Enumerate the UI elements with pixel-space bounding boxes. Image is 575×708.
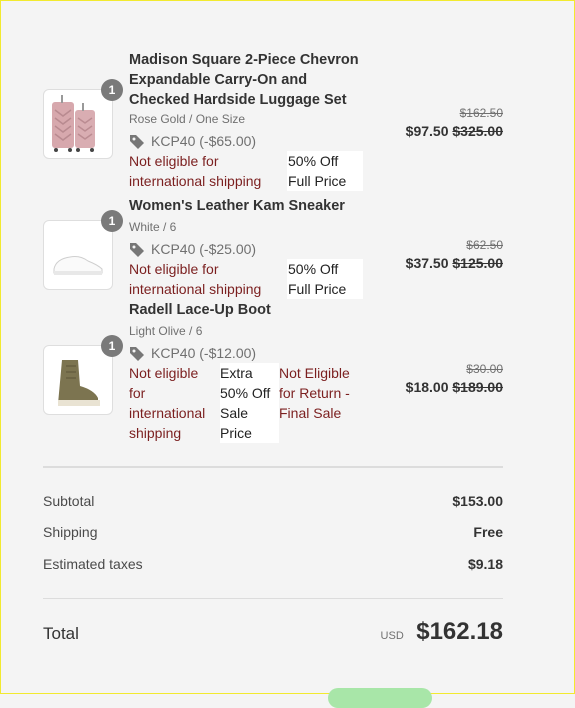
product-title-line: Madison Square 2-Piece Chevron bbox=[129, 52, 359, 68]
total-row: Total USD $162.18 bbox=[43, 618, 503, 646]
total-value: $162.18 bbox=[416, 618, 503, 645]
original-price: $162.50 bbox=[459, 106, 503, 120]
subtotal-label: Subtotal bbox=[43, 493, 95, 509]
promo-line: 50% Off bbox=[288, 153, 339, 169]
compare-price: $125.00 bbox=[452, 255, 503, 271]
discount-code: KCP40 (-$12.00) bbox=[129, 343, 365, 363]
shipping-row: Shipping Free bbox=[43, 524, 503, 540]
promo-label: 50% Off Full Price bbox=[287, 259, 363, 299]
compare-price: $325.00 bbox=[452, 123, 503, 139]
taxes-label: Estimated taxes bbox=[43, 556, 143, 572]
return-line: Not Eligible bbox=[279, 365, 350, 381]
cart-item-luggage: 1 Madison Square 2-Piece Chevron Expanda… bbox=[43, 50, 503, 200]
product-variant: White / 6 bbox=[129, 220, 177, 234]
product-image-luggage[interactable] bbox=[43, 89, 113, 159]
promo-label: Extra 50% Off Sale Price bbox=[220, 363, 279, 443]
product-variant: Rose Gold / One Size bbox=[129, 112, 246, 126]
sale-price: $97.50 bbox=[405, 123, 449, 139]
product-title-line: Women's Leather Kam Sneaker bbox=[129, 198, 345, 214]
shipping-warning: Not eligible for international shipping bbox=[129, 151, 287, 191]
divider bbox=[43, 466, 503, 468]
promo-line: 50% Off bbox=[288, 261, 339, 277]
product-title-line: Checked Hardside Luggage Set bbox=[129, 92, 347, 108]
product-title[interactable]: Madison Square 2-Piece Chevron Expandabl… bbox=[129, 50, 363, 110]
promo-line: Sale bbox=[220, 405, 249, 421]
return-line: for Return - bbox=[279, 385, 350, 401]
original-price: $62.50 bbox=[466, 238, 503, 252]
boot-image bbox=[58, 360, 100, 406]
checkout-button-edge[interactable] bbox=[328, 688, 432, 708]
warning-line: international shipping bbox=[129, 281, 262, 297]
return-line: Final Sale bbox=[279, 405, 342, 421]
warning-line: Not eligible bbox=[129, 365, 199, 381]
shipping-warning: Not eligible for international shipping bbox=[129, 259, 287, 299]
product-title[interactable]: Women's Leather Kam Sneaker bbox=[129, 196, 363, 216]
luggage-image bbox=[52, 95, 95, 152]
sneaker-image bbox=[53, 256, 103, 275]
shipping-label: Shipping bbox=[43, 524, 98, 540]
warning-line: Not eligible for bbox=[129, 261, 219, 277]
return-warning: Not Eligible for Return - Final Sale bbox=[279, 363, 365, 423]
promo-line: Full Price bbox=[288, 173, 347, 189]
promo-line: Full Price bbox=[288, 281, 347, 297]
divider bbox=[43, 598, 503, 599]
quantity-badge: 1 bbox=[101, 79, 123, 101]
quantity-badge: 1 bbox=[101, 210, 123, 232]
discount-text: KCP40 (-$25.00) bbox=[151, 241, 257, 257]
product-title[interactable]: Radell Lace-Up Boot bbox=[129, 300, 365, 320]
original-price: $30.00 bbox=[466, 362, 503, 376]
sale-price: $18.00 bbox=[405, 379, 449, 395]
cart-item-boot: 1 Radell Lace-Up Boot Light Olive / 6 KC… bbox=[43, 300, 503, 450]
product-title-line: Expandable Carry-On and bbox=[129, 72, 308, 88]
quantity-badge: 1 bbox=[101, 335, 123, 357]
sale-price: $37.50 bbox=[405, 255, 449, 271]
discount-text: KCP40 (-$65.00) bbox=[151, 133, 257, 149]
taxes-row: Estimated taxes $9.18 bbox=[43, 556, 503, 572]
discount-code: KCP40 (-$25.00) bbox=[129, 239, 363, 259]
promo-line: 50% Off bbox=[220, 385, 271, 401]
tag-icon bbox=[130, 347, 144, 361]
compare-price: $189.00 bbox=[452, 379, 503, 395]
product-image-sneaker[interactable] bbox=[43, 220, 113, 290]
warning-line: international shipping bbox=[129, 173, 262, 189]
shipping-warning: Not eligible for international shipping bbox=[129, 363, 220, 443]
subtotal-row: Subtotal $153.00 bbox=[43, 493, 503, 509]
product-title-line: Radell Lace-Up Boot bbox=[129, 302, 271, 318]
promo-line: Extra bbox=[220, 365, 253, 381]
warning-line: international bbox=[129, 405, 206, 421]
discount-code: KCP40 (-$65.00) bbox=[129, 131, 363, 151]
tag-icon bbox=[130, 243, 144, 257]
subtotal-value: $153.00 bbox=[452, 493, 503, 509]
product-image-boot[interactable] bbox=[43, 345, 113, 415]
warning-line: for bbox=[129, 385, 146, 401]
warning-line: Not eligible for bbox=[129, 153, 219, 169]
product-variant: Light Olive / 6 bbox=[129, 324, 203, 338]
tag-icon bbox=[130, 135, 144, 149]
warning-line: shipping bbox=[129, 425, 182, 441]
promo-line: Price bbox=[220, 425, 252, 441]
total-label: Total bbox=[43, 624, 79, 643]
cart-item-sneaker: 1 Women's Leather Kam Sneaker White / 6 … bbox=[43, 196, 503, 300]
discount-text: KCP40 (-$12.00) bbox=[151, 345, 257, 361]
currency-code: USD bbox=[380, 630, 404, 642]
promo-label: 50% Off Full Price bbox=[287, 151, 363, 191]
shipping-value: Free bbox=[473, 524, 503, 540]
taxes-value: $9.18 bbox=[467, 556, 503, 572]
